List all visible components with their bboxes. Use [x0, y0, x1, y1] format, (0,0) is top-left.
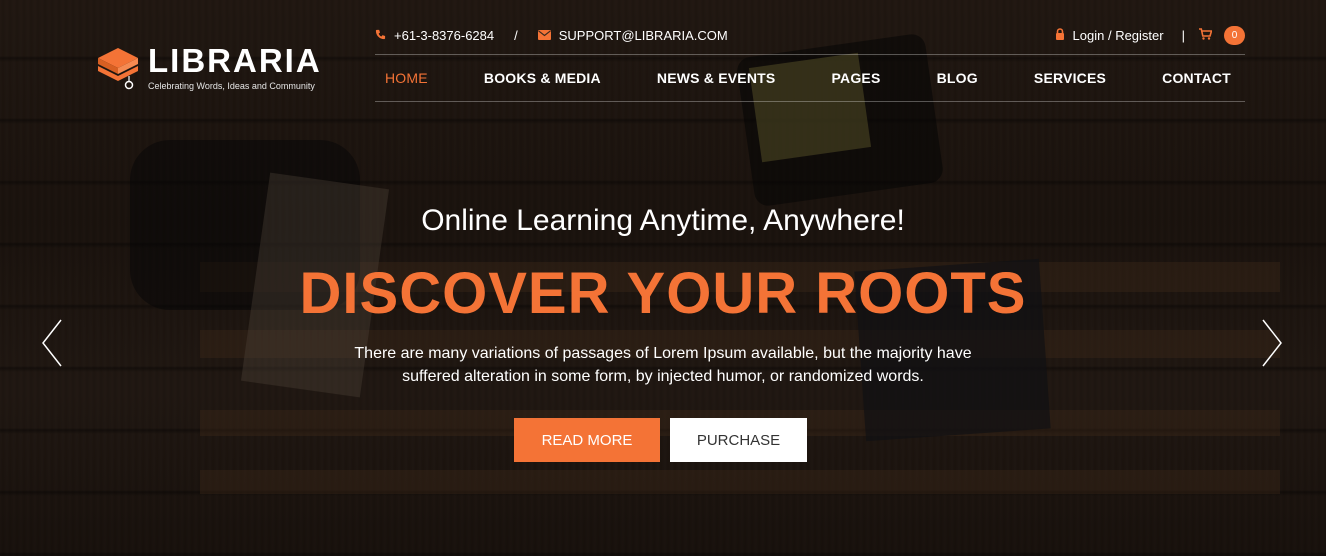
- site-logo[interactable]: LIBRARIA Celebrating Words, Ideas and Co…: [96, 44, 322, 91]
- nav-item-contact[interactable]: CONTACT: [1162, 70, 1231, 86]
- email-address: SUPPORT@LIBRARIA.COM: [558, 27, 728, 43]
- slide-description-line-1: There are many variations of passages of…: [354, 345, 972, 362]
- hero-slider: LIBRARIA Celebrating Words, Ideas and Co…: [0, 0, 1326, 556]
- phone-number: +61-3-8376-6284: [394, 27, 495, 43]
- chevron-left-icon[interactable]: [40, 318, 64, 368]
- top-contact-bar: +61-3-8376-6284 / SUPPORT@LIBRARIA.COM L…: [375, 24, 1245, 46]
- nav-bottom-divider: [375, 101, 1245, 102]
- phone-contact[interactable]: +61-3-8376-6284: [375, 28, 494, 43]
- nav-item-books-media[interactable]: BOOKS & MEDIA: [484, 70, 601, 86]
- envelope-icon: [537, 28, 551, 43]
- slide-description: There are many variations of passages of…: [330, 342, 996, 388]
- nav-item-home[interactable]: HOME: [385, 70, 428, 86]
- brand-name: LIBRARIA: [148, 42, 322, 79]
- phone-icon: [375, 28, 386, 43]
- chevron-right-icon[interactable]: [1260, 318, 1284, 368]
- book-stack-icon: [96, 44, 140, 90]
- read-more-button[interactable]: READ MORE: [514, 418, 660, 462]
- slide-description-line-2: suffered alteration in some form, by inj…: [402, 368, 924, 385]
- nav-item-services[interactable]: SERVICES: [1034, 70, 1106, 86]
- slide-subtitle: Online Learning Anytime, Anywhere!: [421, 204, 905, 237]
- contact-separator: /: [514, 27, 518, 43]
- email-contact[interactable]: SUPPORT@LIBRARIA.COM: [537, 27, 728, 43]
- nav-item-blog[interactable]: BLOG: [937, 70, 978, 86]
- purchase-button[interactable]: PURCHASE: [670, 418, 807, 462]
- cart-icon[interactable]: [1199, 27, 1213, 43]
- slide-title: DISCOVER YOUR ROOTS: [299, 261, 1027, 326]
- login-register-link[interactable]: Login / Register: [1073, 28, 1164, 43]
- cart-count-badge[interactable]: 0: [1224, 25, 1245, 45]
- nav-item-news-events[interactable]: NEWS & EVENTS: [657, 70, 776, 86]
- nav-item-pages[interactable]: PAGES: [832, 70, 881, 86]
- topbar-divider: |: [1181, 27, 1185, 43]
- lock-icon: [1055, 27, 1065, 43]
- main-navigation: HOME BOOKS & MEDIA NEWS & EVENTS PAGES B…: [375, 55, 1245, 101]
- brand-tagline: Celebrating Words, Ideas and Community: [148, 81, 315, 91]
